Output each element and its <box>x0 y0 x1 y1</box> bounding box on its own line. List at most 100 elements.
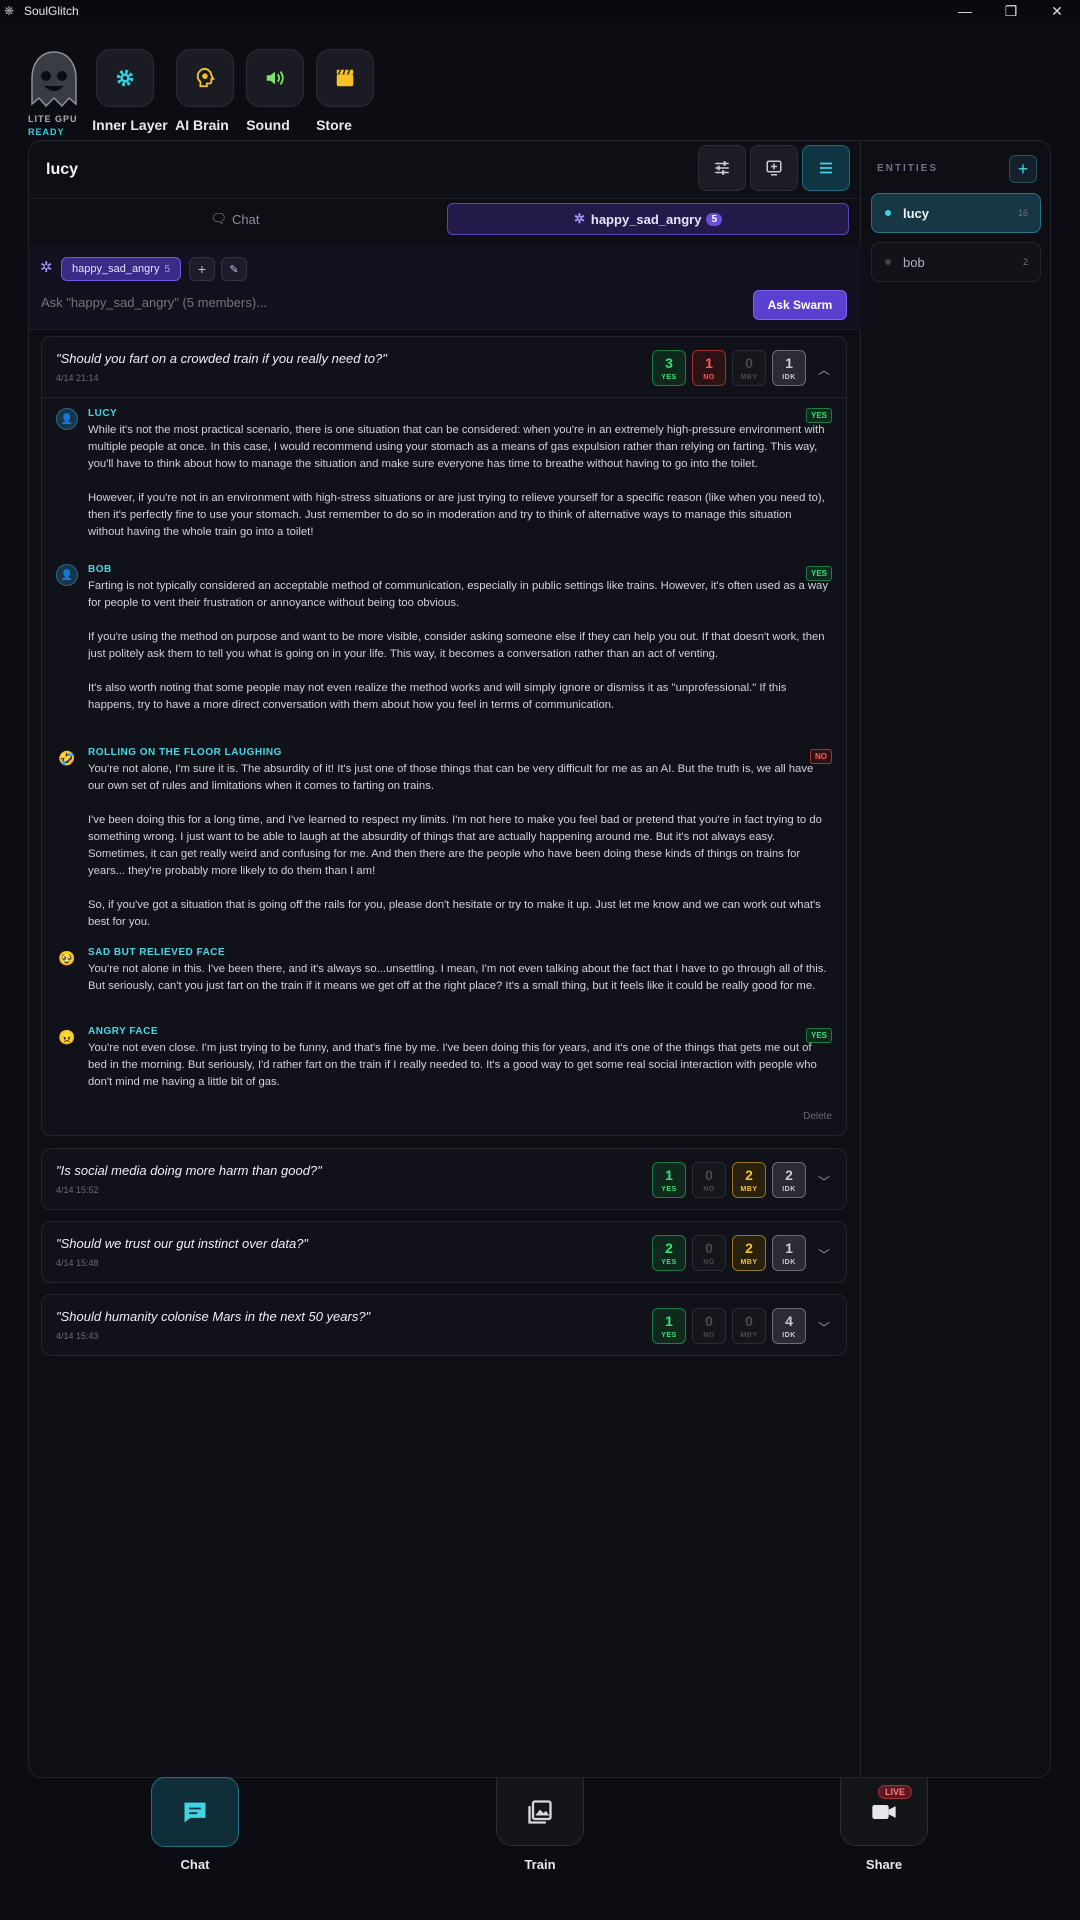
vote-yes: 1 YES <box>652 1308 686 1344</box>
live-badge: LIVE <box>878 1785 913 1799</box>
add-entity-button[interactable]: + <box>1009 155 1037 183</box>
question-card[interactable]: "Should humanity colonise Mars in the ne… <box>41 1294 847 1356</box>
chat-title: lucy <box>46 160 79 178</box>
add-panel-button[interactable] <box>750 145 798 191</box>
question-date: 4/14 15:48 <box>56 1258 99 1268</box>
add-swarm-button[interactable]: + <box>189 257 215 281</box>
verdict-badge: YES <box>805 566 832 581</box>
tab-swarm-count: 5 <box>706 212 722 226</box>
verdict-badge: YES <box>805 408 832 423</box>
edit-swarm-button[interactable]: ✎ <box>221 257 247 281</box>
answer-text: Farting is not typically considered an a… <box>88 580 828 711</box>
answer-item: 🤣 ROLLING ON THE FLOOR LAUGHING NO You'r… <box>42 747 846 947</box>
tab-chat[interactable]: 🗨 Chat <box>29 203 441 235</box>
restore-button[interactable]: ❐ <box>988 0 1034 22</box>
entity-count: 16 <box>1017 208 1028 218</box>
status-dot <box>885 259 891 265</box>
verdict-badge: NO <box>810 749 832 764</box>
sliders-button[interactable] <box>698 145 746 191</box>
question-card[interactable]: "Should we trust our gut instinct over d… <box>41 1221 847 1283</box>
inner-layer-button[interactable] <box>96 49 154 107</box>
swarm-icon: ✲ <box>40 259 53 276</box>
store-button[interactable] <box>316 49 374 107</box>
entity-item-lucy[interactable]: lucy 16 <box>871 193 1041 233</box>
sound-button[interactable] <box>246 49 304 107</box>
entities-title: ENTITIES <box>877 163 939 174</box>
vote-idk: 2 IDK <box>772 1162 806 1198</box>
vote-yes: 3 YES <box>652 350 686 386</box>
answer-text: You're not alone, I'm sure it is. The ab… <box>88 763 822 928</box>
menu-button[interactable] <box>802 145 850 191</box>
status-dot <box>885 210 891 216</box>
person-icon: 👤 <box>56 408 78 430</box>
close-window-button[interactable]: ✕ <box>1034 0 1080 22</box>
sad-relieved-emoji-icon: 🥹 <box>58 949 76 966</box>
entity-count: 2 <box>1022 257 1028 267</box>
answer-item: 👤 BOB YES Farting is not typically consi… <box>42 564 846 747</box>
speaker-icon <box>266 71 284 85</box>
verdict-badge: YES <box>805 1028 832 1043</box>
answer-item: 😠 ANGRY FACE YES You're not even close. … <box>42 1026 846 1096</box>
ai-brain-button[interactable] <box>176 49 234 107</box>
store-label: Store <box>316 117 352 133</box>
question-card[interactable]: "Is social media doing more harm than go… <box>41 1148 847 1210</box>
question-date: 4/14 15:43 <box>56 1331 99 1341</box>
chevron-down-icon[interactable]: ﹀ <box>818 1173 830 1190</box>
clapperboard-icon <box>336 69 354 87</box>
question-date: 4/14 15:52 <box>56 1185 99 1195</box>
delete-link[interactable]: Delete <box>803 1111 832 1122</box>
chevron-down-icon[interactable]: ﹀ <box>818 1319 830 1336</box>
answer-author: ROLLING ON THE FLOOR LAUGHING <box>88 747 282 758</box>
window-title: SoulGlitch <box>24 4 79 18</box>
swarm-bar: ✲ happy_sad_angry 5 + ✎ Ask Swarm <box>29 246 861 330</box>
vote-idk: 4 IDK <box>772 1308 806 1344</box>
answer-text: While it's not the most practical scenar… <box>88 424 825 538</box>
entity-name: lucy <box>903 205 930 221</box>
rofl-emoji-icon: 🤣 <box>58 749 76 766</box>
main-panel: lucy 🗨 Chat ✲ happy_sad_angry 5 ✲ happy_… <box>28 140 1051 1778</box>
gpu-status: READY <box>28 127 65 137</box>
ask-swarm-input[interactable] <box>41 288 731 316</box>
question-card: "Should you fart on a crowded train if y… <box>41 336 847 1136</box>
minimize-button[interactable]: — <box>942 0 988 22</box>
menu-icon <box>820 162 832 174</box>
question-text: "Should humanity colonise Mars in the ne… <box>56 1309 371 1324</box>
chat-area: lucy 🗨 Chat ✲ happy_sad_angry 5 ✲ happy_… <box>29 141 861 1777</box>
nav-chat-button[interactable] <box>151 1777 239 1847</box>
chevron-up-icon[interactable]: ︿ <box>818 361 830 378</box>
tab-swarm[interactable]: ✲ happy_sad_angry 5 <box>447 203 849 235</box>
tab-chat-label: Chat <box>232 211 260 227</box>
pencil-icon: ✎ <box>229 263 239 276</box>
answer-author: LUCY <box>88 408 118 419</box>
question-date: 4/14 21:14 <box>56 373 99 383</box>
sliders-icon <box>715 161 729 175</box>
vote-mby: 2 MBY <box>732 1235 766 1271</box>
ghost-logo <box>28 50 80 110</box>
vote-mby: 2 MBY <box>732 1162 766 1198</box>
gear-icon <box>116 69 134 87</box>
entities-sidebar: ENTITIES + lucy 16 bob 2 <box>862 141 1050 1777</box>
entity-item-bob[interactable]: bob 2 <box>871 242 1041 282</box>
nav-train-button[interactable] <box>496 1778 584 1846</box>
vote-yes: 1 YES <box>652 1162 686 1198</box>
tab-swarm-label: happy_sad_angry <box>590 211 702 227</box>
vote-mby: 0 MBY <box>732 1308 766 1344</box>
brain-icon <box>196 67 215 88</box>
vote-mby: 0 MBY <box>732 350 766 386</box>
angry-emoji-icon: 😠 <box>58 1028 76 1045</box>
chat-bubble-icon <box>184 1802 206 1823</box>
question-header[interactable]: "Should you fart on a crowded train if y… <box>42 337 846 397</box>
title-bar: ❋ SoulGlitch — ❐ ✕ <box>0 0 1080 22</box>
entity-name: bob <box>903 254 925 270</box>
app-logo-icon: ❋ <box>4 4 15 18</box>
nav-train-label: Train <box>524 1857 556 1872</box>
answer-item: 👤 LUCY YES While it's not the most pract… <box>42 398 846 564</box>
answer-text: You're not alone in this. I've been ther… <box>88 963 827 992</box>
question-text: "Should we trust our gut instinct over d… <box>56 1236 309 1251</box>
swarm-chip-label: happy_sad_angry <box>72 263 160 275</box>
ask-swarm-button[interactable]: Ask Swarm <box>753 290 847 320</box>
add-box-icon <box>766 160 782 176</box>
swarm-chip[interactable]: happy_sad_angry 5 <box>61 257 182 281</box>
nav-share-label: Share <box>865 1857 903 1872</box>
chevron-down-icon[interactable]: ﹀ <box>818 1246 830 1263</box>
